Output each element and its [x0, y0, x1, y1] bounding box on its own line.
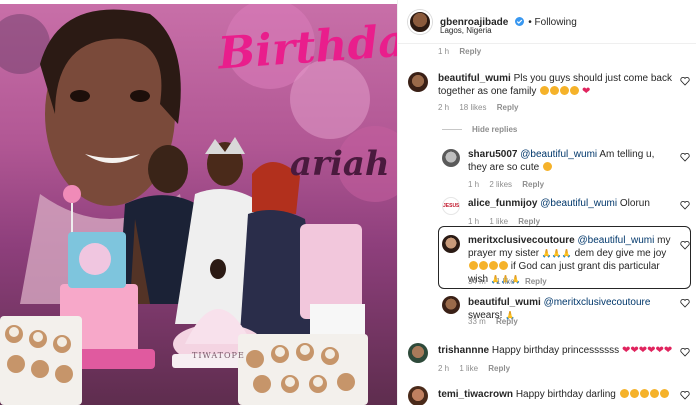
comments-panel: gbenroajibade • Following Lagos, Nigeria…: [397, 0, 696, 405]
reply-button[interactable]: Reply: [522, 180, 544, 189]
comment-meta: 34 m 1 like Reply: [468, 277, 547, 286]
comment-username[interactable]: beautiful_wumi: [438, 73, 511, 84]
heart-outline-icon[interactable]: [680, 390, 690, 400]
comment-mention[interactable]: @meritxclusivecoutoure: [544, 297, 651, 308]
comment-username[interactable]: temi_tiwacrown: [438, 389, 513, 400]
author-avatar[interactable]: [408, 10, 432, 34]
comment-text: dem dey give me joy: [574, 248, 667, 259]
comment-likes[interactable]: 1 like: [459, 364, 478, 373]
commenter-avatar[interactable]: JESUS: [442, 197, 460, 215]
comment-meta: 33 m Reply: [468, 317, 518, 326]
heart-outline-icon[interactable]: [680, 76, 690, 86]
comment-username[interactable]: trishannne: [438, 345, 489, 356]
reply-button[interactable]: Reply: [497, 103, 519, 112]
comment-username[interactable]: beautiful_wumi: [468, 297, 541, 308]
red-heart-emoji: ❤: [581, 86, 591, 97]
comment: beautiful_wumi Pls you guys should just …: [438, 72, 673, 98]
jesus-logo-icon: JESUS: [443, 203, 460, 209]
comment: sharu5007 @beautiful_wumi Am telling u, …: [468, 148, 673, 174]
commenter-avatar[interactable]: [442, 235, 460, 253]
comment-username[interactable]: meritxclusivecoutoure: [468, 235, 575, 246]
comment-meta: 1 h 2 likes Reply: [468, 180, 545, 189]
comment-likes[interactable]: 2 likes: [489, 180, 512, 189]
previous-comment-meta: 1 h Reply: [438, 47, 482, 56]
comment-text: Olorun: [619, 198, 650, 209]
comment-mention[interactable]: @beautiful_wumi: [540, 198, 617, 209]
commenter-avatar[interactable]: [408, 386, 428, 405]
comment-likes[interactable]: 18 likes: [459, 103, 486, 112]
commenter-avatar[interactable]: [442, 296, 460, 314]
comment-text: Happy birthday princessssss: [491, 345, 620, 356]
commenter-avatar[interactable]: [408, 343, 428, 363]
comment-mention[interactable]: @beautiful_wumi: [578, 235, 655, 246]
comment-mention[interactable]: @beautiful_wumi: [520, 149, 597, 160]
post-header: gbenroajibade • Following Lagos, Nigeria: [398, 0, 696, 44]
comment-username[interactable]: alice_funmijoy: [468, 198, 537, 209]
verified-badge-icon: [514, 17, 524, 26]
heart-outline-icon[interactable]: [680, 240, 690, 250]
reply-button[interactable]: Reply: [459, 47, 481, 56]
comment: alice_funmijoy @beautiful_wumi Olorun: [468, 197, 673, 210]
following-button[interactable]: Following: [535, 17, 577, 28]
comment: temi_tiwacrown Happy birthday darling: [438, 388, 678, 401]
reply-button[interactable]: Reply: [488, 364, 510, 373]
commenter-avatar[interactable]: [408, 72, 428, 92]
heart-outline-icon[interactable]: [680, 298, 690, 308]
post-location[interactable]: Lagos, Nigeria: [440, 26, 492, 35]
comment-meta: 1 h 1 like Reply: [468, 217, 541, 226]
heart-outline-icon[interactable]: [680, 200, 690, 210]
comment-likes[interactable]: 1 like: [496, 277, 515, 286]
comment-meta: 2 h 1 like Reply: [438, 364, 511, 373]
commenter-avatar[interactable]: [442, 149, 460, 167]
comment-text: Happy birthday darling: [515, 389, 616, 400]
heart-outline-icon[interactable]: [680, 347, 690, 357]
cake-topper-text: TIWATOPE: [192, 351, 245, 360]
comment: trishannne Happy birthday princessssss ❤…: [438, 344, 678, 357]
comment-username[interactable]: sharu5007: [468, 149, 517, 160]
reply-button[interactable]: Reply: [525, 277, 547, 286]
hide-replies-button[interactable]: Hide replies: [442, 125, 517, 134]
reply-button[interactable]: Reply: [496, 317, 518, 326]
heart-outline-icon[interactable]: [680, 152, 690, 162]
post-photo[interactable]: Birthda ariah TIWATOPE: [0, 4, 397, 405]
red-hearts-emoji: ❤❤❤❤❤❤: [621, 345, 673, 356]
comment-meta: 2 h 18 likes Reply: [438, 103, 519, 112]
comment-likes[interactable]: 1 like: [489, 217, 508, 226]
reply-button[interactable]: Reply: [518, 217, 540, 226]
name-banner-text: ariah: [290, 144, 390, 184]
